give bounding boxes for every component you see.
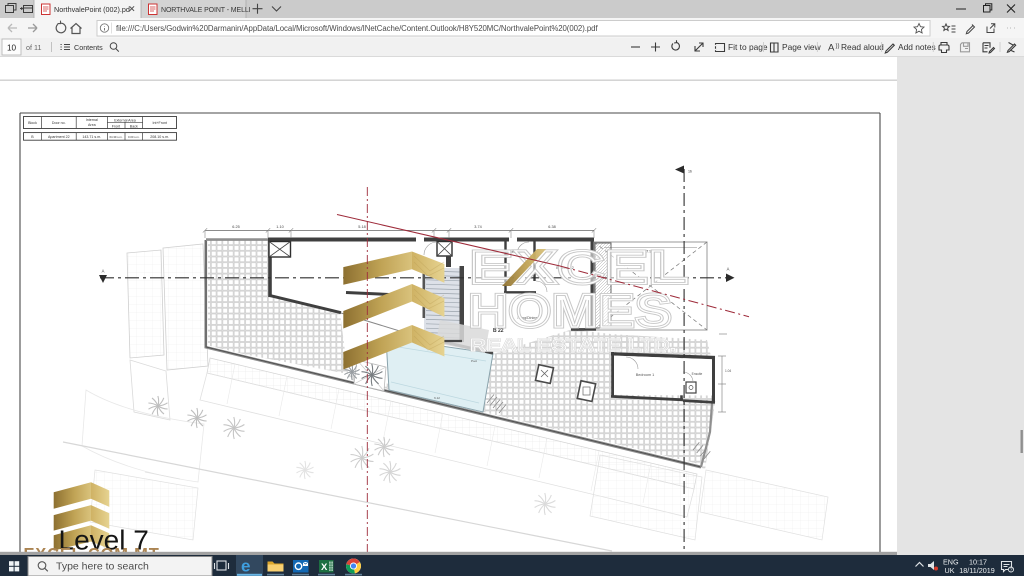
svg-text:Fit to page: Fit to page xyxy=(728,42,768,52)
svg-text:Type here to search: Type here to search xyxy=(56,561,149,573)
svg-text:file:///C:/Users/Godwin%20Darm: file:///C:/Users/Godwin%20Darmanin/AppDa… xyxy=(116,24,598,33)
svg-text:Back: Back xyxy=(130,124,138,128)
svg-text:Bedroom 1: Bedroom 1 xyxy=(636,373,655,377)
svg-text:1b: 1b xyxy=(688,170,692,174)
svg-text:X: X xyxy=(321,562,328,573)
svg-text:6.25: 6.25 xyxy=(232,225,239,229)
svg-text:)): )) xyxy=(836,44,840,50)
svg-text:A: A xyxy=(828,43,835,54)
svg-text:A: A xyxy=(102,269,105,274)
svg-text:Door no.: Door no. xyxy=(52,121,66,125)
svg-text:A: A xyxy=(727,267,730,272)
svg-text:Pool: Pool xyxy=(471,359,477,363)
svg-text:External Area: External Area xyxy=(114,118,136,122)
svg-text:Internal: Internal xyxy=(86,118,98,122)
svg-text:6.38: 6.38 xyxy=(548,225,555,229)
svg-text:Block: Block xyxy=(28,121,37,125)
svg-text:NORTHVALE POINT - MELLI: NORTHVALE POINT - MELLI xyxy=(161,7,251,14)
svg-text:Front: Front xyxy=(112,124,120,128)
svg-text:208.10 s.m.: 208.10 s.m. xyxy=(150,135,169,139)
svg-text:Area: Area xyxy=(88,123,96,127)
svg-text:5.18: 5.18 xyxy=(358,225,365,229)
svg-text:6.12: 6.12 xyxy=(434,396,440,400)
svg-text:e: e xyxy=(241,557,250,576)
svg-text:Apartment 22: Apartment 22 xyxy=(48,135,70,139)
svg-text:Add notes: Add notes xyxy=(898,42,936,52)
svg-text:1.10: 1.10 xyxy=(276,225,283,229)
svg-text:Read aloud: Read aloud xyxy=(841,42,884,52)
svg-text:REAL ESTATE LTD.: REAL ESTATE LTD. xyxy=(470,335,676,355)
svg-text:?: ? xyxy=(1009,568,1012,574)
svg-text:UK: UK xyxy=(945,566,955,575)
svg-text:0.00 s.m.: 0.00 s.m. xyxy=(128,135,140,139)
svg-text:Page view: Page view xyxy=(782,42,822,52)
svg-text:18/11/2019: 18/11/2019 xyxy=(959,566,994,575)
svg-text:of 11: of 11 xyxy=(26,43,41,52)
svg-text:10: 10 xyxy=(7,43,17,52)
svg-text:3.74: 3.74 xyxy=(474,225,481,229)
svg-text:Contents: Contents xyxy=(74,43,103,52)
svg-text:Ensuite: Ensuite xyxy=(692,372,703,376)
svg-text:64.39 s.m.: 64.39 s.m. xyxy=(109,135,122,139)
svg-text:NorthvalePoint (002).pd: NorthvalePoint (002).pd xyxy=(54,5,130,14)
svg-text:1.04: 1.04 xyxy=(725,369,731,373)
svg-text:HOMES: HOMES xyxy=(468,284,672,337)
svg-text:Int+Front: Int+Front xyxy=(152,121,166,125)
svg-text:143.71 s.m.: 143.71 s.m. xyxy=(82,135,101,139)
